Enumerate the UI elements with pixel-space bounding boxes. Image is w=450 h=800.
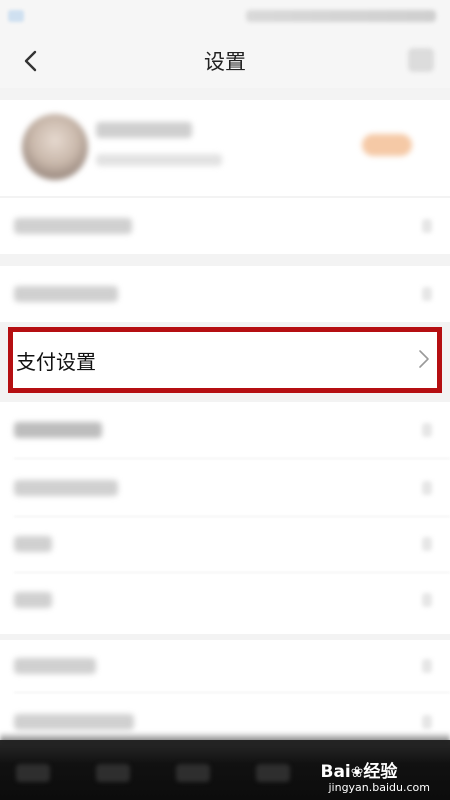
bottom-fade xyxy=(0,732,450,744)
settings-row-label xyxy=(14,286,118,302)
chevron-right-icon xyxy=(422,715,432,729)
page-title: 设置 xyxy=(204,50,246,74)
watermark-url: jingyan.baidu.com xyxy=(328,781,430,794)
watermark: Bai❀经验 jingyan.baidu.com xyxy=(320,762,430,794)
paw-icon: ❀ xyxy=(350,763,364,781)
nav-bar: 设置 xyxy=(0,34,450,88)
chevron-right-icon xyxy=(422,423,432,437)
settings-row-label[interactable] xyxy=(14,714,134,730)
chevron-right-icon xyxy=(422,287,432,301)
profile-card[interactable] xyxy=(0,100,450,196)
divider xyxy=(14,572,450,573)
divider xyxy=(14,692,450,693)
avatar xyxy=(22,114,88,180)
divider xyxy=(14,458,450,459)
chevron-right-icon xyxy=(422,219,432,233)
nav-item[interactable] xyxy=(176,764,210,782)
settings-row-payment-label: 支付设置 xyxy=(16,350,96,374)
more-icon[interactable] xyxy=(408,48,434,72)
chevron-right-icon xyxy=(417,347,431,371)
status-indicator-icon xyxy=(8,10,24,22)
settings-row-label[interactable] xyxy=(14,480,118,496)
nav-item[interactable] xyxy=(16,764,50,782)
watermark-brand-suffix: 经验 xyxy=(363,762,398,782)
settings-group-2 xyxy=(0,640,450,740)
nav-item[interactable] xyxy=(96,764,130,782)
settings-group xyxy=(0,402,450,634)
chevron-right-icon xyxy=(422,593,432,607)
chevron-right-icon xyxy=(422,481,432,495)
chevron-right-icon xyxy=(422,537,432,551)
settings-row-label[interactable] xyxy=(14,592,52,608)
status-icons xyxy=(246,10,436,22)
chevron-right-icon xyxy=(422,659,432,673)
settings-row-2[interactable] xyxy=(0,266,450,322)
status-bar xyxy=(0,0,450,34)
settings-row-payment[interactable]: 支付设置 xyxy=(8,327,442,393)
profile-name xyxy=(96,122,192,138)
settings-row-label xyxy=(14,218,132,234)
divider xyxy=(14,516,450,517)
settings-row-label[interactable] xyxy=(14,422,102,438)
bottom-navigation-bar: Bai❀经验 jingyan.baidu.com xyxy=(0,732,450,800)
settings-row-label[interactable] xyxy=(14,536,52,552)
profile-subtitle xyxy=(96,154,222,166)
settings-row-1[interactable] xyxy=(0,198,450,254)
nav-item[interactable] xyxy=(256,764,290,782)
settings-row-label[interactable] xyxy=(14,658,96,674)
profile-badge[interactable] xyxy=(362,134,412,156)
watermark-brand-prefix: Bai xyxy=(320,762,351,782)
